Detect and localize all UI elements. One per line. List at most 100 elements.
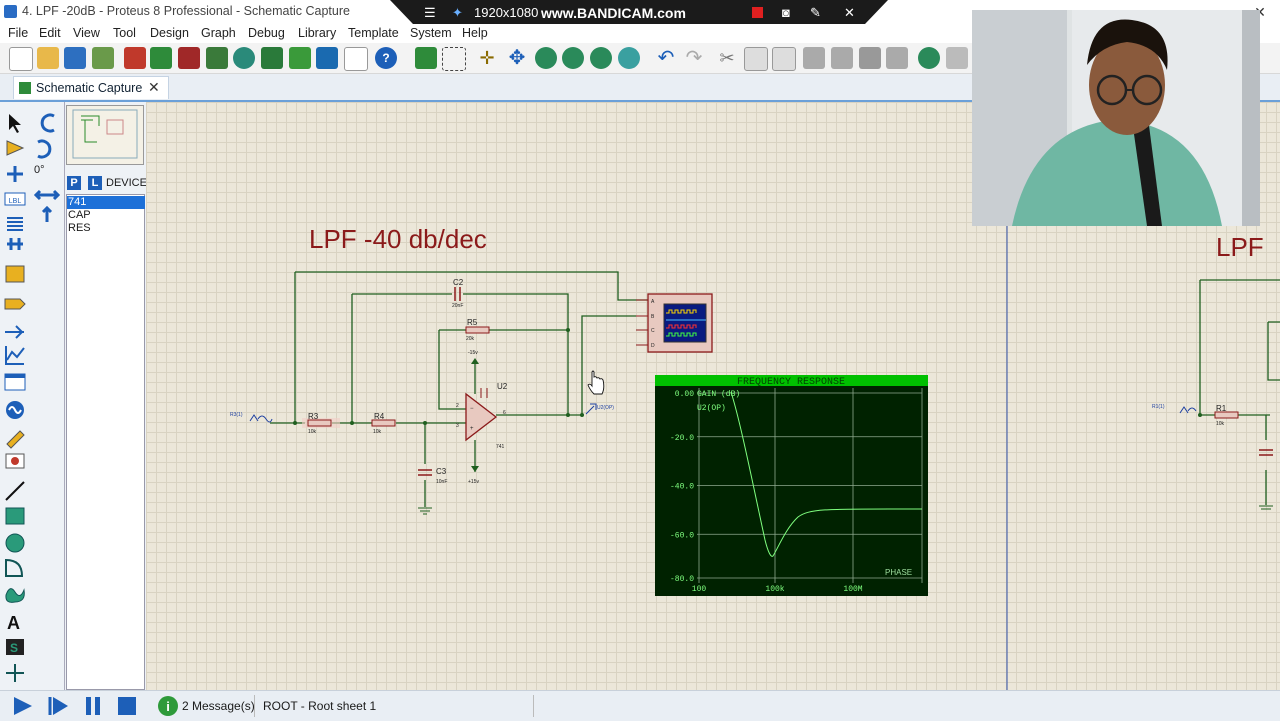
mirror-vertical-icon[interactable] — [41, 205, 53, 233]
resistor-r4[interactable]: R4 10k — [371, 412, 396, 435]
capacitor-c2[interactable]: C2 20nF — [452, 278, 464, 309]
path-tool-icon[interactable] — [5, 588, 25, 603]
paste-icon[interactable] — [772, 47, 796, 71]
menu-tool[interactable]: Tool — [113, 26, 136, 40]
gerber-icon[interactable] — [233, 47, 255, 69]
pencil-icon[interactable]: ✎ — [810, 5, 821, 21]
graph-mode-icon[interactable] — [5, 346, 25, 365]
stop-icon[interactable] — [118, 697, 136, 715]
terminal-mode-icon[interactable] — [4, 298, 26, 310]
menu-debug[interactable]: Debug — [248, 26, 285, 40]
device-item[interactable]: 741 — [67, 196, 145, 209]
subcircuit-mode-icon[interactable] — [5, 265, 25, 283]
refresh-icon[interactable] — [415, 47, 437, 69]
pin-icon[interactable]: ✦ — [452, 5, 463, 21]
cut-icon[interactable]: ✂ — [716, 47, 738, 69]
library-manager-button[interactable]: L — [88, 176, 102, 190]
junction-mode-icon[interactable] — [7, 166, 23, 182]
help-icon[interactable]: ? — [375, 47, 397, 69]
menu-graph[interactable]: Graph — [201, 26, 236, 40]
copy-icon[interactable] — [744, 47, 768, 71]
opamp-u2[interactable]: U2 741 − + 2 3 6 — [456, 382, 508, 450]
zoom-area-icon[interactable] — [618, 47, 640, 69]
source-code-icon[interactable] — [316, 47, 338, 69]
zoom-in-icon[interactable] — [535, 47, 557, 69]
device-item[interactable]: CAP — [67, 209, 145, 222]
home-icon[interactable] — [124, 47, 146, 69]
pause-icon[interactable] — [86, 697, 100, 715]
cost-icon[interactable] — [289, 47, 311, 69]
bus-mode-icon[interactable] — [7, 238, 23, 250]
tape-recorder-mode-icon[interactable] — [4, 373, 26, 391]
menu-template[interactable]: Template — [348, 26, 399, 40]
marker-tool-icon[interactable] — [6, 664, 24, 682]
oscilloscope[interactable]: A B C D — [636, 293, 713, 353]
pcb-layout-icon[interactable] — [178, 47, 200, 69]
rotation-angle[interactable]: 0° — [34, 164, 45, 176]
box-tool-icon[interactable] — [5, 507, 25, 525]
signal-source-right[interactable]: R1(1) — [1152, 404, 1197, 414]
grid-icon[interactable] — [442, 47, 466, 71]
block-move-icon[interactable] — [831, 47, 853, 69]
resistor-r1[interactable]: R1 10k — [1214, 404, 1239, 427]
bom-icon[interactable] — [261, 47, 283, 69]
pick-devices-button[interactable]: P — [67, 176, 81, 190]
menu-system[interactable]: System — [410, 26, 452, 40]
notes-icon[interactable] — [344, 47, 368, 71]
instrument-mode-icon[interactable] — [5, 453, 25, 469]
probe-mode-icon[interactable] — [6, 430, 25, 449]
origin-icon[interactable]: ✛ — [476, 47, 498, 69]
info-icon[interactable]: i — [156, 694, 180, 718]
menu-icon[interactable]: ☰ — [424, 5, 436, 21]
frequency-response-graph[interactable]: FREQUENCY RESPONSE 0.00 -20.0 -40.0 -60.0 -8… — [655, 375, 928, 596]
pick-device-icon[interactable] — [918, 47, 940, 69]
resistor-r3[interactable]: R3 10k — [302, 412, 340, 435]
step-icon[interactable] — [48, 697, 68, 715]
pan-icon[interactable]: ✥ — [506, 47, 528, 69]
rotate-anticlockwise-icon[interactable] — [37, 139, 52, 159]
menu-library[interactable]: Library — [298, 26, 336, 40]
device-item[interactable]: RES — [67, 222, 145, 235]
redo-icon[interactable]: ↷ — [683, 47, 705, 69]
capacitor-partial[interactable] — [1259, 449, 1273, 456]
overview-window[interactable] — [66, 105, 144, 165]
import-icon[interactable] — [92, 47, 114, 69]
text-tool-icon[interactable]: A — [7, 613, 20, 633]
close-tab-icon[interactable]: ✕ — [148, 79, 160, 96]
3d-view-icon[interactable] — [206, 47, 228, 69]
line-tool-icon[interactable] — [5, 481, 25, 501]
camera-icon[interactable]: ◙ — [782, 5, 790, 20]
component-mode-icon[interactable] — [6, 140, 25, 156]
capacitor-c3[interactable]: C3 10nF — [418, 467, 447, 485]
voltage-probe-u2[interactable]: U2(OP) — [585, 403, 614, 415]
pin-mode-icon[interactable] — [5, 325, 24, 339]
tab-schematic-capture[interactable]: Schematic Capture ✕ — [13, 76, 169, 99]
resistor-r5[interactable]: R5 20k — [465, 318, 490, 342]
symbol-tool-icon[interactable]: S — [6, 639, 24, 655]
block-copy-icon[interactable] — [803, 47, 825, 69]
save-icon[interactable] — [64, 47, 86, 69]
message-count[interactable]: 2 Message(s) — [182, 699, 255, 713]
block-rotate-icon[interactable] — [859, 47, 881, 69]
play-icon[interactable] — [14, 697, 32, 715]
signal-source-left[interactable]: R3(1) — [230, 412, 273, 423]
menu-help[interactable]: Help — [462, 26, 488, 40]
close-icon[interactable]: ✕ — [844, 5, 855, 21]
block-delete-icon[interactable] — [886, 47, 908, 69]
text-script-mode-icon[interactable] — [7, 217, 23, 231]
menu-view[interactable]: View — [73, 26, 100, 40]
open-folder-icon[interactable] — [37, 47, 59, 69]
rotate-clockwise-icon[interactable] — [40, 113, 55, 133]
generator-mode-icon[interactable] — [6, 401, 24, 419]
arc-tool-icon[interactable] — [5, 558, 24, 577]
zoom-out-icon[interactable] — [562, 47, 584, 69]
selection-mode-icon[interactable] — [9, 114, 21, 133]
record-icon[interactable] — [752, 7, 763, 18]
mirror-horizontal-icon[interactable] — [33, 189, 61, 201]
circle-tool-icon[interactable] — [5, 533, 25, 553]
make-device-icon[interactable] — [946, 47, 968, 69]
menu-file[interactable]: File — [8, 26, 28, 40]
new-file-icon[interactable] — [9, 47, 33, 71]
schematic-icon[interactable] — [150, 47, 172, 69]
menu-design[interactable]: Design — [150, 26, 189, 40]
